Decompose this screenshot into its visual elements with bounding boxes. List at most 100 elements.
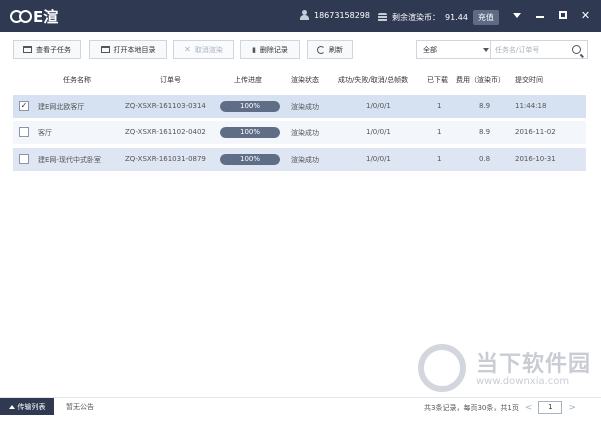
- user-icon: [300, 10, 309, 20]
- task-name: 客厅: [38, 129, 52, 137]
- close-icon: ✕: [580, 8, 591, 22]
- upload-progress-bar: 100%: [220, 101, 280, 112]
- watermark-logo-icon: [418, 344, 466, 392]
- notice-text: 暂无公告: [66, 403, 94, 411]
- task-name: 建E网-现代中式卧室: [38, 156, 101, 164]
- minimize-icon: [535, 16, 544, 18]
- delete-record-button[interactable]: ▮ 删除记录: [240, 40, 300, 59]
- maximize-icon: [558, 11, 567, 19]
- watermark: 当下软件园 www.downxia.com: [412, 332, 592, 402]
- refresh-icon: [317, 45, 325, 54]
- col-order-no[interactable]: 订单号: [160, 75, 181, 85]
- arrow-up-icon: [8, 404, 15, 409]
- submit-time: 11:44:18: [515, 102, 547, 110]
- frame-counts: 1/0/0/1: [366, 102, 391, 110]
- search-box: [490, 40, 588, 59]
- app-title: E渲: [33, 7, 59, 26]
- pagination: 共3条记录，每页30条，共1页 < 1 >: [424, 401, 576, 414]
- table-header: 任务名称 订单号 上传进度 渲染状态 成功/失败/取消/总帧数 已下载 费用（渲…: [13, 70, 586, 90]
- coin-icon: [378, 13, 387, 22]
- app-logo: E渲: [10, 5, 58, 27]
- view-subtasks-label: 查看子任务: [36, 45, 71, 54]
- progress-label: 100%: [239, 102, 260, 110]
- downloaded-count: 1: [437, 155, 442, 163]
- row-checkbox[interactable]: [19, 127, 29, 137]
- col-upload-progress[interactable]: 上传进度: [234, 75, 262, 85]
- checkmark-icon: ✓: [20, 101, 28, 110]
- status-filter-select[interactable]: 全部: [416, 40, 496, 59]
- refresh-label: 刷新: [329, 45, 343, 54]
- frame-counts: 1/0/0/1: [366, 128, 391, 136]
- upload-progress-bar: 100%: [220, 154, 280, 165]
- chevron-down-icon: [512, 12, 521, 18]
- cost: 8.9: [479, 128, 491, 136]
- open-local-dir-button[interactable]: 打开本地目录: [89, 40, 167, 59]
- task-name: 建E网北欧客厅: [38, 103, 85, 111]
- close-button[interactable]: ✕: [580, 9, 591, 21]
- subtasks-icon: [23, 46, 32, 53]
- col-downloaded[interactable]: 已下载: [427, 75, 448, 85]
- view-subtasks-button[interactable]: 查看子任务: [13, 40, 81, 59]
- table-row[interactable]: 客厅 ZQ-XSXR-161102-0402 100% 渲染成功 1/0/0/1…: [13, 121, 586, 144]
- logo-ring-icon: [19, 9, 32, 23]
- chevron-down-icon: [483, 47, 489, 52]
- user-phone: 18673158298: [314, 10, 370, 20]
- user-info[interactable]: 18673158298: [300, 10, 370, 20]
- submit-time: 2016-10-31: [515, 155, 556, 163]
- transfer-list-label: 传输列表: [17, 402, 46, 411]
- col-submit-time[interactable]: 提交时间: [515, 75, 543, 85]
- prev-page-button[interactable]: <: [525, 403, 533, 413]
- table-row[interactable]: ✓ 建E网北欧客厅 ZQ-XSXR-161103-0314 100% 渲染成功 …: [13, 95, 586, 118]
- progress-label: 100%: [239, 128, 260, 136]
- cost: 0.8: [479, 155, 491, 163]
- footer: 传输列表 暂无公告 共3条记录，每页30条，共1页 < 1 >: [0, 397, 601, 421]
- status-filter-value: 全部: [423, 45, 437, 54]
- frame-counts: 1/0/0/1: [366, 155, 391, 163]
- col-render-status[interactable]: 渲染状态: [291, 75, 319, 85]
- cancel-render-label: 取消渲染: [194, 45, 223, 54]
- watermark-url: www.downxia.com: [476, 376, 570, 387]
- downloaded-count: 1: [437, 128, 442, 136]
- maximize-button[interactable]: [557, 9, 568, 21]
- delete-record-label: 删除记录: [259, 45, 288, 54]
- toolbar: 查看子任务 打开本地目录 ✕ 取消渲染 ▮ 删除记录 刷新 全部: [13, 40, 588, 60]
- render-status: 渲染成功: [291, 103, 319, 111]
- folder-icon: [100, 46, 110, 53]
- order-no: ZQ-XSXR-161103-0314: [125, 102, 206, 110]
- recharge-button[interactable]: 充值: [472, 10, 499, 25]
- cancel-render-button[interactable]: ✕ 取消渲染: [173, 40, 234, 59]
- refresh-button[interactable]: 刷新: [307, 40, 353, 59]
- minimize-button[interactable]: [534, 9, 545, 21]
- cancel-icon: ✕: [184, 45, 191, 54]
- open-local-dir-label: 打开本地目录: [113, 45, 156, 54]
- watermark-title: 当下软件园: [476, 352, 592, 377]
- order-no: ZQ-XSXR-161031-0879: [125, 155, 206, 163]
- cost: 8.9: [479, 102, 491, 110]
- next-page-button[interactable]: >: [568, 403, 576, 413]
- row-checkbox[interactable]: [19, 154, 29, 164]
- col-counts[interactable]: 成功/失败/取消/总帧数: [338, 75, 408, 85]
- search-input[interactable]: [491, 41, 567, 58]
- col-cost[interactable]: 费用（渲染币）: [456, 75, 505, 85]
- pagination-summary: 共3条记录，每页30条，共1页: [424, 403, 519, 412]
- downloaded-count: 1: [437, 102, 442, 110]
- window-controls: ✕: [511, 9, 591, 21]
- title-bar: E渲 18673158298 剩余渲染币： 91.44 充值 ✕: [0, 0, 601, 32]
- render-status: 渲染成功: [291, 129, 319, 137]
- order-no: ZQ-XSXR-161102-0402: [125, 128, 206, 136]
- render-status: 渲染成功: [291, 156, 319, 164]
- row-checkbox[interactable]: ✓: [19, 101, 29, 111]
- table-row[interactable]: 建E网-现代中式卧室 ZQ-XSXR-161031-0879 100% 渲染成功…: [13, 148, 586, 171]
- balance-label: 剩余渲染币：: [392, 13, 440, 22]
- col-task-name[interactable]: 任务名称: [63, 75, 91, 85]
- submit-time: 2016-11-02: [515, 128, 556, 136]
- balance-info: 剩余渲染币： 91.44 充值: [378, 10, 499, 25]
- balance-value: 91.44: [445, 13, 468, 22]
- progress-label: 100%: [239, 155, 260, 163]
- upload-progress-bar: 100%: [220, 127, 280, 138]
- search-icon[interactable]: [572, 45, 581, 54]
- delete-icon: ▮: [252, 45, 256, 54]
- page-number-input[interactable]: 1: [538, 401, 563, 414]
- dropdown-menu-button[interactable]: [511, 9, 522, 21]
- transfer-list-button[interactable]: 传输列表: [0, 398, 54, 415]
